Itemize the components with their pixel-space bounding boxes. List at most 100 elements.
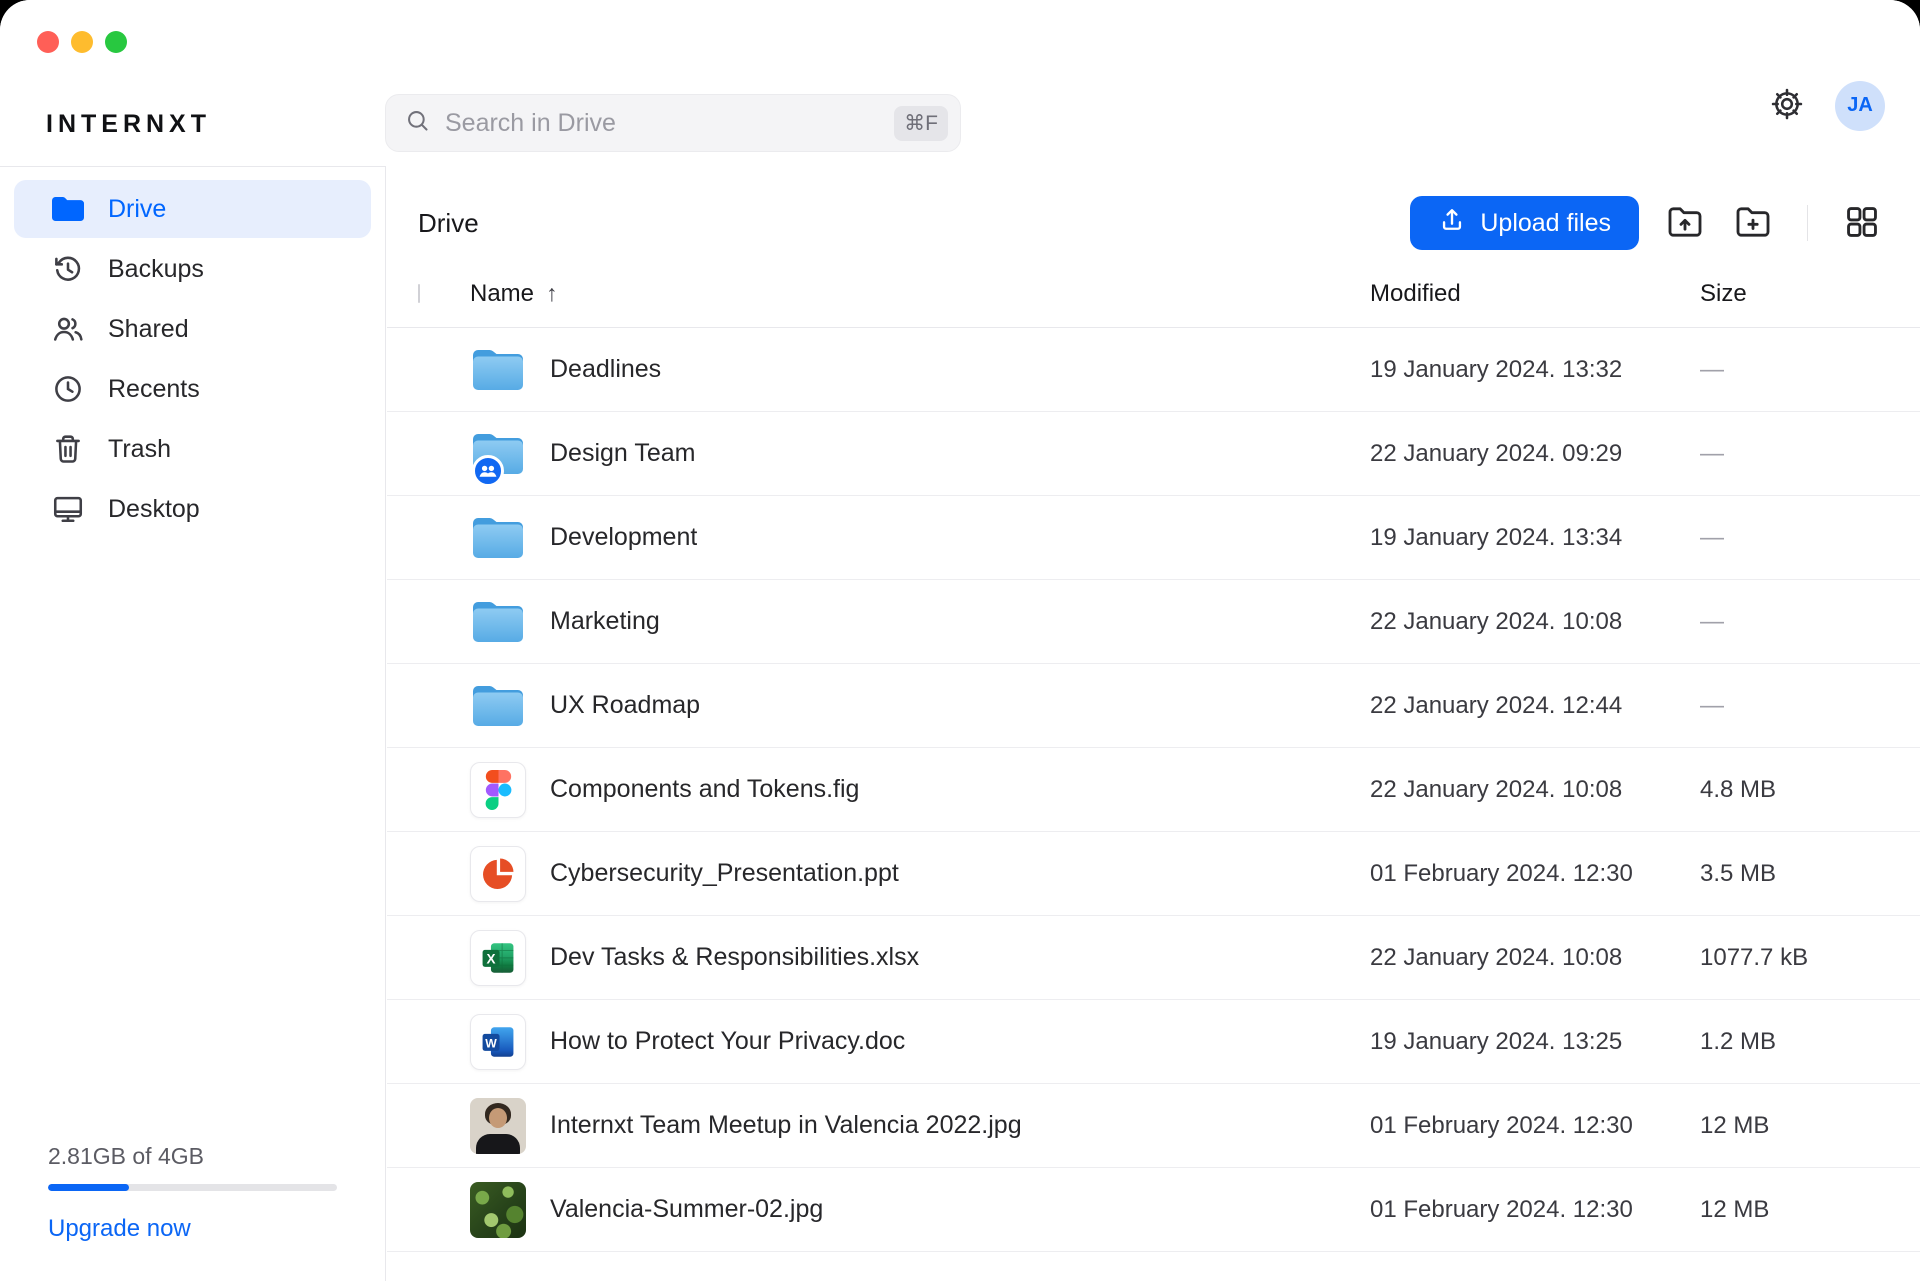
page-title: Drive — [418, 208, 479, 239]
top-bar: INTERNXT ⌘F JA — [0, 0, 1920, 166]
table-row[interactable]: XDev Tasks & Responsibilities.xlsx22 Jan… — [387, 916, 1920, 1000]
upgrade-now-link[interactable]: Upgrade now — [48, 1215, 337, 1243]
sidebar-item-trash[interactable]: Trash — [14, 420, 371, 478]
file-size: 12 MB — [1700, 1196, 1885, 1224]
trash-icon — [50, 432, 86, 466]
svg-text:X: X — [487, 951, 496, 966]
folder-icon — [470, 342, 526, 398]
content-header: Drive Upload files — [387, 166, 1920, 260]
file-name[interactable]: Development — [550, 523, 697, 552]
storage-progress-fill — [48, 1184, 129, 1191]
folder-plus-icon — [1733, 202, 1773, 245]
window-controls — [37, 31, 127, 53]
sidebar-item-desktop[interactable]: Desktop — [14, 480, 371, 538]
sidebar-item-shared[interactable]: Shared — [14, 300, 371, 358]
file-size: — — [1700, 356, 1885, 384]
column-header-modified[interactable]: Modified — [1370, 280, 1700, 308]
folder-icon — [470, 510, 526, 566]
table-row[interactable]: Cybersecurity_Presentation.ppt 01 Februar… — [387, 832, 1920, 916]
new-folder-button[interactable] — [1731, 201, 1775, 245]
powerpoint-file-icon — [470, 846, 526, 902]
avatar[interactable]: JA — [1835, 81, 1885, 131]
file-modified: 22 January 2024. 10:08 — [1370, 608, 1700, 636]
file-modified: 01 February 2024. 12:30 — [1370, 1196, 1700, 1224]
shared-folder-icon — [470, 426, 526, 482]
folder-icon — [470, 594, 526, 650]
sidebar: Drive Backups Shared Recents Trash Desktop 2.… — [0, 166, 386, 1281]
file-size: 12 MB — [1700, 1112, 1885, 1140]
search-input[interactable] — [445, 109, 880, 138]
minimize-window-icon[interactable] — [71, 31, 93, 53]
folder-icon — [470, 678, 526, 734]
file-size: — — [1700, 524, 1885, 552]
file-modified: 19 January 2024. 13:25 — [1370, 1028, 1700, 1056]
file-modified: 22 January 2024. 09:29 — [1370, 440, 1700, 468]
main-content: Drive Upload files — [387, 166, 1920, 1281]
search-shortcut-badge: ⌘F — [894, 106, 948, 141]
table-row[interactable]: UX Roadmap22 January 2024. 12:44— — [387, 664, 1920, 748]
storage-usage-label: 2.81GB of 4GB — [48, 1143, 337, 1170]
file-name[interactable]: Cybersecurity_Presentation.ppt — [550, 859, 899, 888]
sort-ascending-icon: ↑ — [546, 280, 558, 307]
sidebar-item-backups[interactable]: Backups — [14, 240, 371, 298]
search-bar[interactable]: ⌘F — [385, 94, 961, 152]
column-header-size[interactable]: Size — [1700, 280, 1885, 308]
file-size: 3.5 MB — [1700, 860, 1885, 888]
table-row[interactable]: Development 19 January 2024. 13:34— — [387, 496, 1920, 580]
file-name[interactable]: Marketing — [550, 607, 660, 636]
file-name[interactable]: UX Roadmap — [550, 691, 700, 720]
close-window-icon[interactable] — [37, 31, 59, 53]
upload-folder-button[interactable] — [1663, 201, 1707, 245]
sidebar-item-label: Trash — [108, 435, 171, 464]
file-name[interactable]: How to Protect Your Privacy.doc — [550, 1027, 905, 1056]
file-name[interactable]: Internxt Team Meetup in Valencia 2022.jp… — [550, 1111, 1022, 1140]
toolbar: Upload files — [1410, 196, 1884, 250]
shared-users-icon — [50, 312, 86, 346]
file-size: — — [1700, 440, 1885, 468]
sidebar-item-label: Backups — [108, 255, 204, 284]
file-name[interactable]: Deadlines — [550, 355, 661, 384]
column-header-name[interactable]: Name ↑ — [470, 280, 1370, 308]
grid-view-button[interactable] — [1840, 201, 1884, 245]
toolbar-divider — [1807, 205, 1808, 241]
storage-progress-bar — [48, 1184, 337, 1191]
file-modified: 19 January 2024. 13:32 — [1370, 356, 1700, 384]
grid-view-icon — [1843, 203, 1881, 244]
table-row[interactable]: Marketing22 January 2024. 10:08— — [387, 580, 1920, 664]
settings-button[interactable] — [1765, 84, 1809, 128]
zoom-window-icon[interactable] — [105, 31, 127, 53]
drive-folder-icon — [50, 196, 86, 222]
upload-files-label: Upload files — [1480, 209, 1611, 238]
table-row[interactable]: Deadlines 19 January 2024. 13:32— — [387, 328, 1920, 412]
sidebar-item-drive[interactable]: Drive — [14, 180, 371, 238]
file-size: 4.8 MB — [1700, 776, 1885, 804]
file-name[interactable]: Dev Tasks & Responsibilities.xlsx — [550, 943, 919, 972]
table-row[interactable]: W How to Protect Your Privacy.doc 19 Janua… — [387, 1000, 1920, 1084]
word-file-icon: W — [470, 1014, 526, 1070]
upload-icon — [1438, 206, 1466, 241]
table-row[interactable]: Internxt Team Meetup in Valencia 2022.jp… — [387, 1084, 1920, 1168]
sidebar-item-label: Recents — [108, 375, 200, 404]
table-row[interactable]: Components and Tokens.fig22 January 2024… — [387, 748, 1920, 832]
folder-upload-icon — [1665, 202, 1705, 245]
file-modified: 01 February 2024. 12:30 — [1370, 860, 1700, 888]
file-modified: 22 January 2024. 12:44 — [1370, 692, 1700, 720]
sidebar-item-recents[interactable]: Recents — [14, 360, 371, 418]
backups-history-icon — [50, 252, 86, 286]
file-name[interactable]: Valencia-Summer-02.jpg — [550, 1195, 823, 1224]
file-size: 1.2 MB — [1700, 1028, 1885, 1056]
sidebar-item-label: Shared — [108, 315, 189, 344]
sidebar-nav: Drive Backups Shared Recents Trash Desktop — [0, 167, 385, 538]
excel-file-icon: X — [470, 930, 526, 986]
internxt-logo: INTERNXT — [46, 110, 211, 139]
file-name[interactable]: Components and Tokens.fig — [550, 775, 859, 804]
sidebar-item-label: Drive — [108, 195, 166, 224]
storage-panel: 2.81GB of 4GB Upgrade now — [48, 1143, 337, 1243]
leaves-photo-thumbnail — [470, 1182, 526, 1238]
table-row[interactable]: Valencia-Summer-02.jpg 01 February 2024. … — [387, 1168, 1920, 1252]
file-modified: 19 January 2024. 13:34 — [1370, 524, 1700, 552]
upload-files-button[interactable]: Upload files — [1410, 196, 1639, 250]
table-row[interactable]: Design Team 22 January 2024. 09:29— — [387, 412, 1920, 496]
file-name[interactable]: Design Team — [550, 439, 695, 468]
select-all-checkbox[interactable] — [418, 284, 420, 303]
